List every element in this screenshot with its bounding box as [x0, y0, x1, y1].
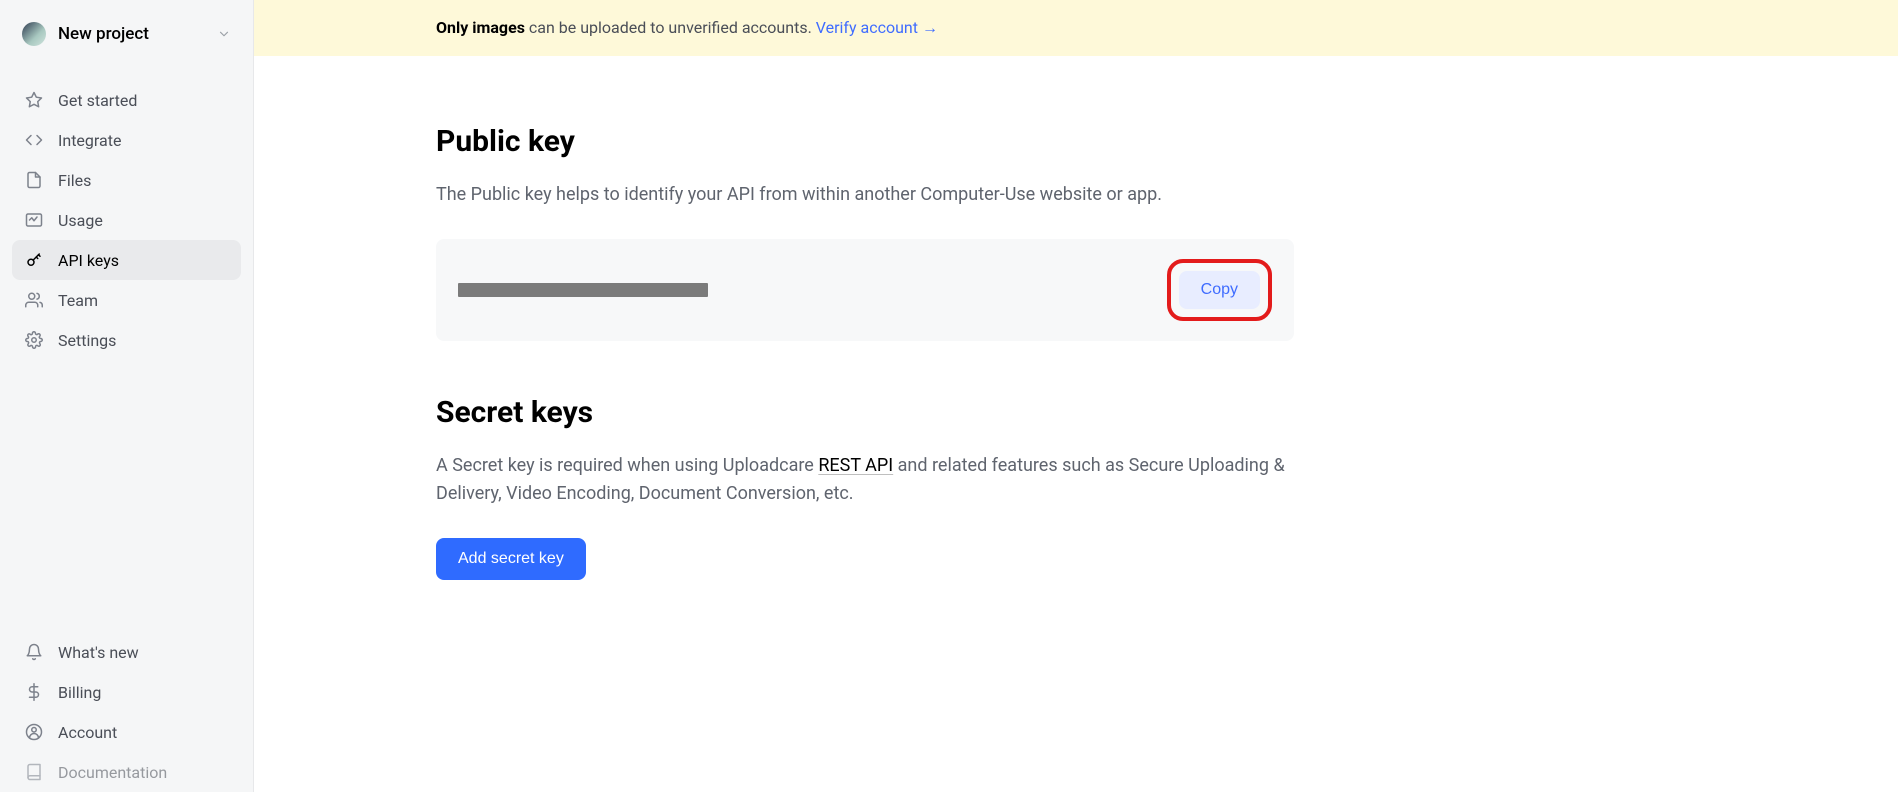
content: Public key The Public key helps to ident…: [254, 56, 1334, 620]
code-icon: [24, 130, 44, 150]
public-key-box: Copy: [436, 239, 1294, 341]
secret-keys-desc: A Secret key is required when using Uplo…: [436, 452, 1294, 508]
user-circle-icon: [24, 722, 44, 742]
users-icon: [24, 290, 44, 310]
nav-label: Files: [58, 171, 91, 190]
project-selector[interactable]: New project: [12, 14, 241, 54]
banner-bold: Only images: [436, 18, 525, 37]
nav-item-usage[interactable]: Usage: [12, 200, 241, 240]
public-key-desc: The Public key helps to identify your AP…: [436, 181, 1294, 209]
file-icon: [24, 170, 44, 190]
gear-icon: [24, 330, 44, 350]
activity-icon: [24, 210, 44, 230]
dollar-icon: [24, 682, 44, 702]
nav-label: What's new: [58, 643, 139, 662]
nav-label: Team: [58, 291, 98, 310]
nav-label: Usage: [58, 211, 103, 230]
chevron-down-icon: [217, 27, 231, 41]
bell-icon: [24, 642, 44, 662]
sidebar-spacer: [0, 360, 253, 632]
nav-item-api-keys[interactable]: API keys: [12, 240, 241, 280]
nav-item-documentation[interactable]: Documentation: [12, 752, 241, 792]
nav-item-integrate[interactable]: Integrate: [12, 120, 241, 160]
sidebar: New project Get started Integrate Files: [0, 0, 254, 792]
secret-keys-title: Secret keys: [436, 395, 1294, 430]
book-icon: [24, 762, 44, 782]
nav-label: Get started: [58, 91, 137, 110]
nav-item-get-started[interactable]: Get started: [12, 80, 241, 120]
banner-text: can be uploaded to unverified accounts.: [525, 18, 816, 37]
project-name: New project: [58, 24, 205, 44]
project-avatar: [22, 22, 46, 46]
nav-item-team[interactable]: Team: [12, 280, 241, 320]
copy-highlight: Copy: [1167, 259, 1272, 321]
nav-secondary: What's new Billing Account Documentation: [0, 632, 253, 792]
nav-label: Documentation: [58, 763, 167, 782]
verify-account-link[interactable]: Verify account →: [816, 18, 938, 37]
nav-label: API keys: [58, 251, 119, 270]
nav-item-account[interactable]: Account: [12, 712, 241, 752]
nav-item-billing[interactable]: Billing: [12, 672, 241, 712]
nav-label: Integrate: [58, 131, 121, 150]
main: Only images can be uploaded to unverifie…: [254, 0, 1898, 792]
verify-banner: Only images can be uploaded to unverifie…: [254, 0, 1898, 56]
nav-primary: Get started Integrate Files Usage API ke…: [0, 80, 253, 360]
nav-label: Billing: [58, 683, 101, 702]
nav-item-whats-new[interactable]: What's new: [12, 632, 241, 672]
secret-desc-prefix: A Secret key is required when using Uplo…: [436, 455, 818, 476]
public-key-title: Public key: [436, 124, 1294, 159]
nav-label: Settings: [58, 331, 116, 350]
nav-item-files[interactable]: Files: [12, 160, 241, 200]
public-key-value-redacted[interactable]: [458, 283, 708, 297]
add-secret-key-button[interactable]: Add secret key: [436, 538, 586, 580]
nav-item-settings[interactable]: Settings: [12, 320, 241, 360]
nav-label: Account: [58, 723, 117, 742]
star-icon: [24, 90, 44, 110]
copy-public-key-button[interactable]: Copy: [1179, 271, 1260, 309]
key-icon: [24, 250, 44, 270]
rest-api-link[interactable]: REST API: [818, 455, 893, 476]
